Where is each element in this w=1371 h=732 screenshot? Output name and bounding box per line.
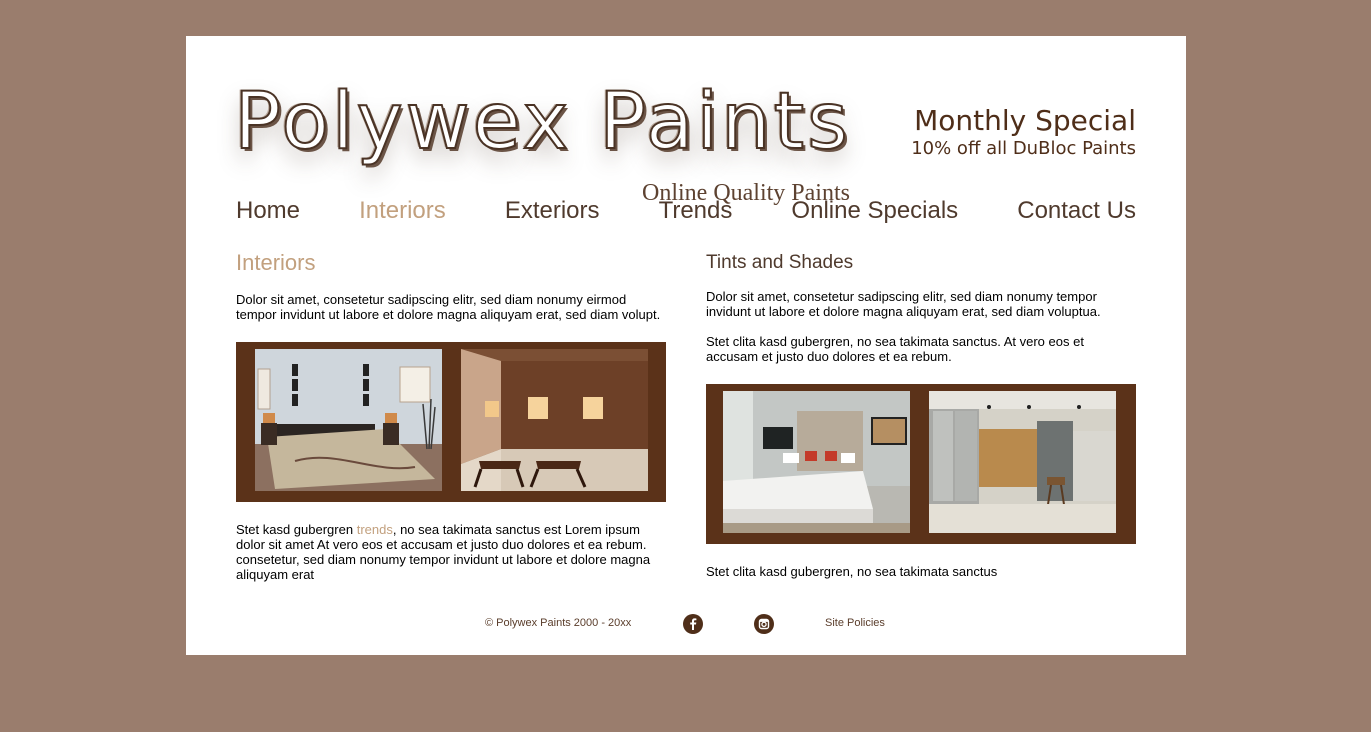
special-title: Monthly Special <box>914 104 1136 137</box>
trends-link[interactable]: trends <box>357 522 393 537</box>
interiors-intro: Dolor sit amet, consetetur sadipscing el… <box>236 292 661 322</box>
kitchen-photo-image <box>929 391 1116 533</box>
tints-photo-gallery <box>706 384 1136 544</box>
nav-trends[interactable]: Trends <box>659 197 733 225</box>
logo[interactable]: Polywex Paints Online Quality Paints <box>233 72 874 212</box>
tints-heading: Tints and Shades <box>706 252 854 273</box>
nav-interiors[interactable]: Interiors <box>359 197 446 225</box>
white-bedroom-photo <box>723 391 910 533</box>
nav-contact-us[interactable]: Contact Us <box>1017 197 1136 225</box>
interiors-heading: Interiors <box>236 250 316 275</box>
interiors-section: Interiors Dolor sit amet, consetetur sad… <box>236 250 666 582</box>
white-bedroom-photo-image <box>723 391 910 533</box>
nav-home[interactable]: Home <box>236 197 300 225</box>
tints-para-1: Dolor sit amet, consetetur sadipscing el… <box>706 289 1101 319</box>
facebook-glyph <box>690 618 697 630</box>
tints-caption: Stet clita kasd gubergren, no sea takima… <box>706 564 998 579</box>
bedroom-photo-image <box>255 349 442 491</box>
monthly-special-banner: Monthly Special 10% off all DuBloc Paint… <box>911 104 1136 160</box>
main-nav: Home Interiors Exteriors Trends Online S… <box>236 194 1136 228</box>
nav-online-specials[interactable]: Online Specials <box>791 197 958 225</box>
special-subtitle: 10% off all DuBloc Paints <box>911 138 1136 159</box>
nav-exteriors[interactable]: Exteriors <box>505 197 600 225</box>
facebook-icon[interactable] <box>683 614 703 634</box>
bedroom-photo <box>255 349 442 491</box>
interiors-photo-gallery <box>236 342 666 502</box>
logo-title: Polywex Paints <box>233 76 851 168</box>
kitchen-photo <box>929 391 1116 533</box>
instagram-glyph <box>758 618 770 630</box>
site-policies-link[interactable]: Site Policies <box>825 617 885 629</box>
instagram-icon[interactable] <box>754 614 774 634</box>
footer: © Polywex Paints 2000 - 20xx Site Polici… <box>186 614 1186 634</box>
interiors-body: Stet kasd gubergren trends, no sea takim… <box>236 522 666 582</box>
tints-para-2: Stet clita kasd gubergren, no sea takima… <box>706 334 1084 364</box>
page-container: Polywex Paints Online Quality Paints Mon… <box>186 36 1186 655</box>
interiors-body-text-start: Stet kasd gubergren <box>236 522 357 537</box>
living-room-photo <box>461 349 648 491</box>
living-room-photo-image <box>461 349 648 491</box>
copyright-text: © Polywex Paints 2000 - 20xx <box>485 617 632 629</box>
tints-section: Tints and Shades Dolor sit amet, consete… <box>706 250 1136 579</box>
